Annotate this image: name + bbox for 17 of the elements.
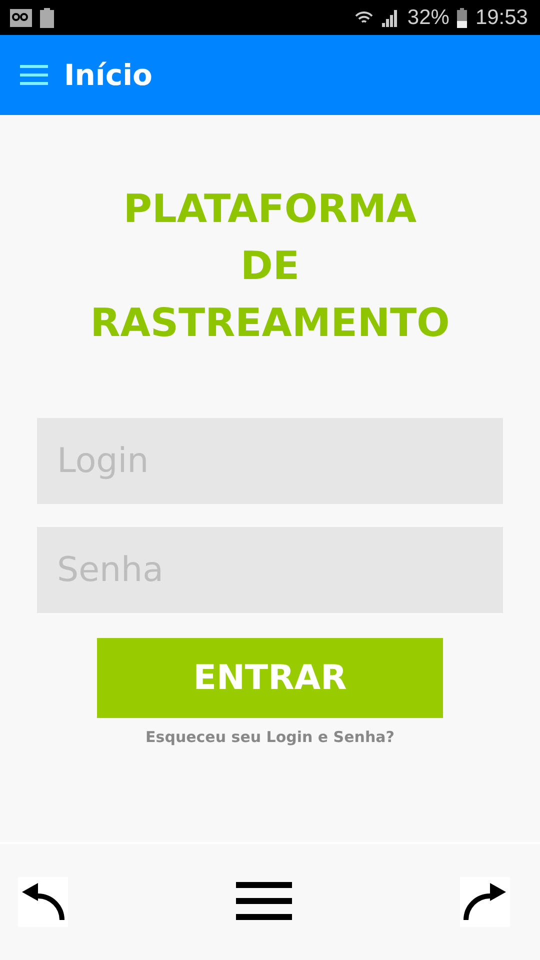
platform-title: RASTREAMENTO bbox=[90, 300, 450, 348]
menu-icon[interactable] bbox=[236, 882, 292, 922]
platform-title: DE bbox=[240, 243, 300, 291]
platform-title: PLATAFORMA bbox=[123, 186, 417, 234]
app-bar-title: Início bbox=[64, 58, 152, 92]
curved-right-arrow-icon bbox=[462, 882, 508, 922]
signal-icon bbox=[381, 8, 400, 26]
forward-button[interactable] bbox=[460, 877, 510, 927]
battery-saver-icon bbox=[40, 8, 54, 28]
back-button[interactable] bbox=[18, 877, 68, 927]
battery-icon bbox=[457, 8, 468, 28]
battery-percentage: 32% bbox=[407, 6, 450, 30]
voicemail-icon bbox=[10, 8, 32, 26]
forgot-password-link[interactable]: Esqueceu seu Login e Senha? bbox=[146, 728, 394, 746]
curved-left-arrow-icon bbox=[20, 882, 66, 922]
clock: 19:53 bbox=[475, 6, 528, 30]
login-button[interactable]: ENTRAR bbox=[97, 638, 443, 718]
